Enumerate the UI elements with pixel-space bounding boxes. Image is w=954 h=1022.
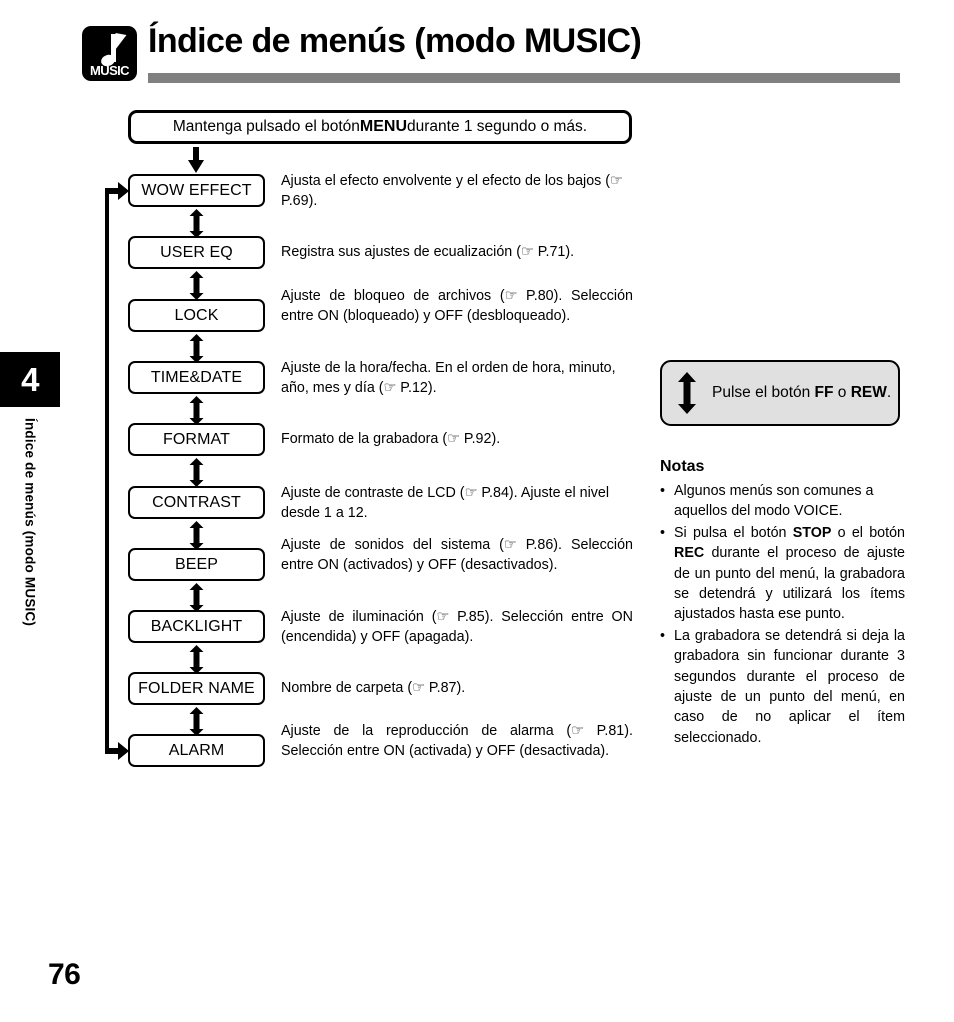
menu-item-label: BACKLIGHT bbox=[150, 617, 243, 635]
note-bullet: • bbox=[660, 627, 666, 644]
updown-arrow-icon bbox=[189, 334, 204, 363]
menu-item-label: WOW EFFECT bbox=[141, 181, 252, 199]
updown-arrow-icon bbox=[189, 707, 204, 736]
menu-desc-alarm: Ajuste de la reproducción de alarma (☞ P… bbox=[281, 723, 633, 759]
callout-middle: o bbox=[833, 384, 851, 401]
menu-item-contrast[interactable]: CONTRAST bbox=[128, 486, 265, 519]
note-item: • La grabadora se detendrá si deja la gra… bbox=[660, 626, 905, 748]
menu-desc-format: Formato de la grabadora (☞ P.92). bbox=[281, 431, 501, 447]
menu-intro-prefix: Mantenga pulsado el botón bbox=[172, 118, 360, 135]
note-item: • Si pulsa el botón STOP o el botón REC d… bbox=[660, 523, 905, 625]
loop-arrow-top-icon bbox=[105, 182, 129, 200]
note-item: • Algunos menús son comunes a aquellos de… bbox=[660, 481, 905, 522]
ff-rew-callout-text: Pulse el botón FF o REW. bbox=[712, 382, 891, 404]
callout-suffix: . bbox=[886, 384, 892, 401]
menu-item-label: BEEP bbox=[174, 555, 219, 573]
updown-arrow-icon bbox=[189, 396, 204, 425]
note-strong-rec: REC bbox=[674, 545, 705, 562]
menu-desc-wow-effect: Ajusta el efecto envolvente y el efecto … bbox=[281, 173, 623, 209]
updown-arrow-icon bbox=[189, 209, 204, 238]
menu-desc-folder-name: Nombre de carpeta (☞ P.87). bbox=[281, 680, 466, 696]
menu-desc-contrast: Ajuste de contraste de LCD (☞ P.84). Aju… bbox=[281, 485, 610, 521]
menu-item-beep[interactable]: BEEP bbox=[128, 548, 265, 581]
note-text: La grabadora se detendrá si deja la grab… bbox=[674, 627, 905, 746]
note-text: Si pulsa el botón bbox=[674, 524, 793, 541]
menu-desc-user-eq: Registra sus ajustes de ecualización (☞ … bbox=[281, 244, 575, 260]
note-text: Algunos menús son comunes a aquellos del… bbox=[674, 483, 874, 520]
menu-desc-backlight: Ajuste de iluminación (☞ P.85). Selecció… bbox=[281, 609, 633, 645]
menu-intro-strong: MENU bbox=[359, 118, 407, 135]
menu-item-lock[interactable]: LOCK bbox=[128, 299, 265, 332]
menu-item-folder-name[interactable]: FOLDER NAME bbox=[128, 672, 265, 705]
menu-item-user-eq[interactable]: USER EQ bbox=[128, 236, 265, 269]
menu-item-format[interactable]: FORMAT bbox=[128, 423, 265, 456]
menu-item-label: USER EQ bbox=[160, 243, 233, 261]
loop-arrow-bottom-icon bbox=[105, 742, 129, 760]
menu-item-label: TIME&DATE bbox=[150, 368, 243, 386]
loop-connector-line bbox=[105, 190, 109, 751]
menu-item-alarm[interactable]: ALARM bbox=[128, 734, 265, 767]
updown-arrow-icon bbox=[189, 271, 204, 300]
menu-item-time-date[interactable]: TIME&DATE bbox=[128, 361, 265, 394]
menu-item-label: FOLDER NAME bbox=[138, 679, 255, 697]
note-text: o el botón bbox=[831, 524, 905, 541]
notes-title: Notas bbox=[660, 458, 705, 475]
notes-list: • Algunos menús son comunes a aquellos de… bbox=[660, 481, 905, 749]
note-text: durante el proceso de ajuste de un punto… bbox=[674, 545, 905, 623]
up-down-arrow-icon bbox=[678, 372, 696, 414]
note-strong-stop: STOP bbox=[792, 524, 832, 541]
updown-arrow-icon bbox=[189, 583, 204, 612]
menu-item-backlight[interactable]: BACKLIGHT bbox=[128, 610, 265, 643]
menu-desc-time-date: Ajuste de la hora/fecha. En el orden de … bbox=[281, 360, 616, 396]
ff-rew-callout: Pulse el botón FF o REW. bbox=[660, 360, 900, 426]
menu-item-label: FORMAT bbox=[163, 430, 230, 448]
down-arrow-icon bbox=[188, 147, 204, 173]
updown-arrow-icon bbox=[189, 645, 204, 674]
menu-item-label: CONTRAST bbox=[152, 493, 241, 511]
updown-arrow-icon bbox=[189, 458, 204, 487]
note-bullet: • bbox=[660, 483, 666, 499]
menu-desc-beep: Ajuste de sonidos del sistema (☞ P.86). … bbox=[281, 537, 633, 573]
menu-item-wow-effect[interactable]: WOW EFFECT bbox=[128, 174, 265, 207]
page-number: 76 bbox=[48, 958, 81, 991]
menu-intro-suffix: durante 1 segundo o más. bbox=[407, 118, 588, 135]
callout-rew-label: REW bbox=[850, 384, 887, 401]
note-bullet: • bbox=[660, 524, 666, 541]
menu-item-label: ALARM bbox=[168, 741, 225, 759]
callout-ff-label: FF bbox=[814, 384, 834, 401]
menu-desc-lock: Ajuste de bloqueo de archivos (☞ P.80). … bbox=[281, 288, 633, 324]
callout-prefix: Pulse el botón bbox=[712, 384, 815, 401]
menu-intro-box: Mantenga pulsado el botón MENU durante 1… bbox=[128, 110, 632, 144]
updown-arrow-icon bbox=[189, 521, 204, 550]
menu-item-label: LOCK bbox=[174, 306, 219, 324]
